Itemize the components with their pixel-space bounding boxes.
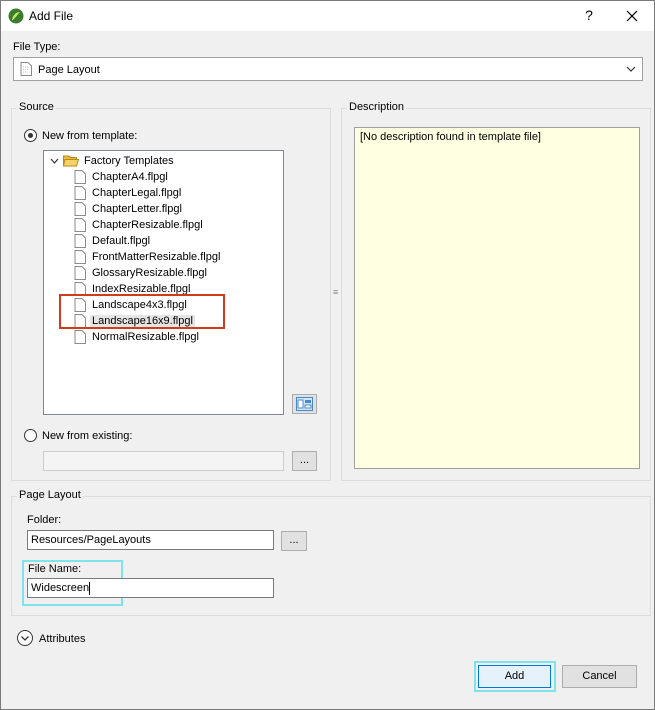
folder-label: Folder: [27, 514, 62, 526]
folder-browse-button[interactable]: ... [281, 531, 307, 551]
splitter-handle[interactable]: ≡ [333, 287, 338, 297]
add-button[interactable]: Add [478, 665, 551, 688]
page-layout-group-title: Page Layout [17, 489, 83, 501]
document-icon [74, 186, 86, 200]
template-item-label: Default.flpgl [92, 235, 151, 247]
document-icon [74, 266, 86, 280]
document-icon [74, 250, 86, 264]
file-name-label: File Name: [28, 563, 82, 575]
template-item-label: ChapterLetter.flpgl [92, 203, 182, 215]
chevron-down-icon [626, 66, 636, 72]
expand-arrow-icon[interactable] [50, 157, 59, 166]
add-file-dialog: Add File ? File Type: Page Layout Source… [0, 0, 655, 710]
template-tree[interactable]: Factory Templates ChapterA4.flpgl Chapte… [43, 150, 284, 415]
text-cursor [89, 581, 91, 595]
close-icon[interactable] [621, 5, 643, 27]
template-item[interactable]: Default.flpgl [74, 233, 274, 249]
template-item-label: FrontMatterResizable.flpgl [92, 251, 221, 263]
folder-field[interactable]: Resources/PageLayouts [27, 530, 274, 550]
new-from-existing-label: New from existing: [42, 430, 133, 442]
new-from-template-label: New from template: [42, 130, 138, 142]
open-folder-icon [63, 155, 79, 167]
document-icon [74, 330, 86, 344]
cancel-button[interactable]: Cancel [562, 665, 637, 688]
template-item-label: GlossaryResizable.flpgl [92, 267, 207, 279]
description-group-title: Description [347, 101, 407, 113]
template-item[interactable]: ChapterResizable.flpgl [74, 217, 274, 233]
document-icon [74, 234, 86, 248]
file-type-dropdown[interactable]: Page Layout [13, 57, 643, 81]
document-icon [20, 62, 32, 76]
new-from-template-radio[interactable] [24, 129, 37, 142]
title-bar: Add File ? [1, 1, 654, 31]
template-item-label: NormalResizable.flpgl [92, 331, 199, 343]
window-title: Add File [29, 9, 74, 23]
new-from-existing-radio[interactable] [24, 429, 37, 442]
help-button[interactable]: ? [579, 5, 599, 25]
file-name-field[interactable]: Widescreen [27, 578, 274, 598]
template-item[interactable]: GlossaryResizable.flpgl [74, 265, 274, 281]
landscape-templates-highlight [59, 294, 225, 329]
file-type-value: Page Layout [38, 64, 100, 76]
template-manager-icon [296, 397, 313, 411]
document-icon [74, 170, 86, 184]
chevron-down-icon [21, 636, 29, 641]
file-name-value: Widescreen [31, 582, 90, 594]
template-item-label: ChapterLegal.flpgl [92, 187, 182, 199]
template-item-label: ChapterA4.flpgl [92, 171, 168, 183]
template-item[interactable]: ChapterA4.flpgl [74, 169, 274, 185]
description-box: [No description found in template file] [354, 127, 640, 469]
source-group-title: Source [17, 101, 56, 113]
template-manager-button[interactable] [292, 394, 317, 414]
tree-root-label: Factory Templates [84, 155, 174, 167]
template-item[interactable]: ChapterLegal.flpgl [74, 185, 274, 201]
app-logo-icon [8, 8, 24, 24]
existing-file-field[interactable] [43, 451, 284, 471]
template-item[interactable]: NormalResizable.flpgl [74, 329, 274, 345]
attributes-expander[interactable] [17, 630, 33, 646]
template-item[interactable]: ChapterLetter.flpgl [74, 201, 274, 217]
template-item-label: ChapterResizable.flpgl [92, 219, 203, 231]
document-icon [74, 218, 86, 232]
template-item[interactable]: FrontMatterResizable.flpgl [74, 249, 274, 265]
attributes-label[interactable]: Attributes [39, 633, 85, 645]
file-type-label: File Type: [13, 41, 61, 53]
document-icon [74, 202, 86, 216]
browse-existing-button[interactable]: ... [292, 451, 317, 471]
